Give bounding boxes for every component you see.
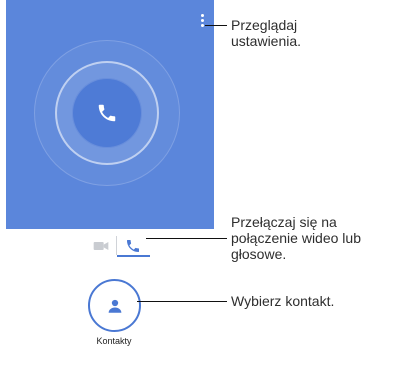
- person-icon: [108, 299, 121, 313]
- contact-callout-line: [137, 301, 227, 302]
- call-button[interactable]: [72, 78, 142, 148]
- settings-callout-line-1: Przeglądaj: [231, 17, 298, 33]
- videocam-icon[interactable]: [93, 240, 109, 252]
- mode-callout-line-2: połączenie wideo lub: [231, 230, 361, 246]
- phone-icon[interactable]: [125, 238, 141, 254]
- selected-tab-indicator: [117, 255, 150, 257]
- toggle-divider: [116, 236, 117, 255]
- phone-screen: Kontakty: [6, 0, 214, 391]
- contacts-label: Kontakty: [96, 336, 132, 346]
- call-type-toggle: [84, 236, 150, 258]
- contact-callout-line-1: Wybierz kontakt.: [231, 293, 335, 309]
- contact-callout: Wybierz kontakt.: [231, 293, 334, 309]
- mode-callout-line: [146, 238, 227, 239]
- call-panel: [6, 0, 214, 229]
- settings-callout-line-2: ustawienia.: [231, 33, 302, 49]
- settings-callout: Przeglądaj ustawienia.: [231, 17, 301, 49]
- more-options-icon[interactable]: [199, 14, 207, 34]
- mode-callout-line-3: głosowe.: [231, 246, 287, 262]
- phone-icon: [98, 104, 116, 122]
- mode-callout-line-1: Przełączaj się na: [231, 214, 337, 230]
- settings-callout-line: [205, 25, 227, 26]
- contacts-button[interactable]: [88, 279, 141, 332]
- mode-callout: Przełączaj się na połączenie wideo lub g…: [231, 214, 361, 262]
